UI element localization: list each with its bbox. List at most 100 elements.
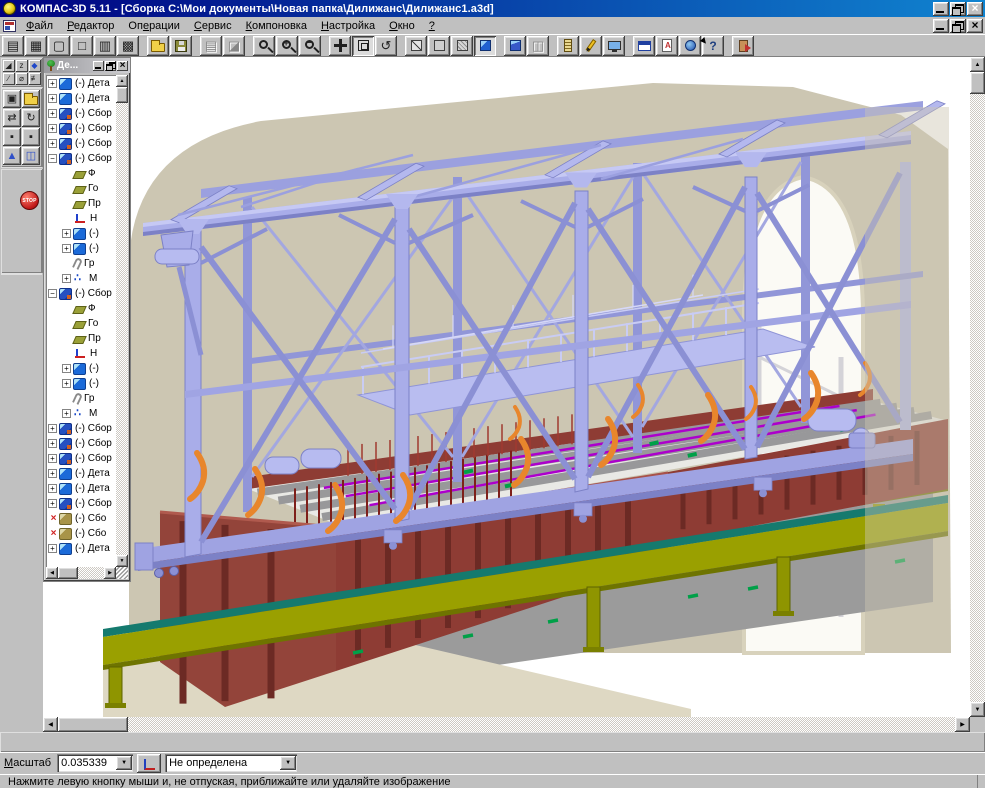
tree-item[interactable]: +(-) Сбор — [46, 451, 116, 466]
tree-item[interactable]: +(-) Дета — [46, 541, 116, 556]
doc-close-button[interactable] — [967, 19, 983, 33]
tree-resize-grip[interactable] — [116, 567, 128, 579]
collapse-icon[interactable]: − — [48, 154, 57, 163]
tree-item[interactable]: ×(-) Сбо — [46, 511, 116, 526]
zoom-window-button[interactable] — [352, 36, 374, 56]
perspective-button[interactable] — [504, 36, 526, 56]
tree-scroll-thumb[interactable] — [116, 87, 128, 103]
scale-value[interactable]: 0.035339 — [57, 757, 116, 769]
scroll-right-icon[interactable] — [955, 717, 970, 732]
page-sketch-tab[interactable]: z — [16, 60, 28, 72]
tree-horizontal-scrollbar[interactable] — [46, 567, 128, 579]
menu-Файл[interactable]: Файл — [19, 19, 60, 33]
expand-icon[interactable]: + — [48, 499, 57, 508]
horizontal-scroll-thumb[interactable] — [58, 717, 128, 732]
expand-icon[interactable]: + — [48, 94, 57, 103]
hidden-lines-thin-button[interactable] — [451, 36, 473, 56]
model-viewport[interactable]: Де... +(-) Дета+(-) Дета+(-) Сбор+(-) Сб… — [43, 57, 985, 732]
tree-item[interactable]: ×(-) Сбо — [46, 526, 116, 541]
tree-item[interactable]: +(-) Дета — [46, 91, 116, 106]
expand-icon[interactable]: + — [48, 139, 57, 148]
tree-item[interactable]: +(-) Сбор — [46, 136, 116, 151]
add-component-button[interactable] — [22, 90, 40, 108]
library-manager-button[interactable] — [679, 36, 701, 56]
mate-components-button[interactable]: ◫ — [22, 147, 40, 165]
menu-Компоновка[interactable]: Компоновка — [239, 19, 314, 33]
document-system-icon[interactable] — [3, 20, 16, 32]
close-button[interactable] — [967, 2, 983, 16]
restore-button[interactable] — [950, 2, 966, 16]
tree-item[interactable]: +(-) Сбор — [46, 436, 116, 451]
doc-restore-button[interactable] — [950, 19, 966, 33]
tree-item[interactable]: Ф — [46, 301, 116, 316]
scroll-down-icon[interactable] — [970, 702, 985, 717]
scroll-up-icon[interactable] — [970, 57, 985, 72]
expand-icon[interactable]: + — [62, 409, 71, 418]
properties-button[interactable] — [603, 36, 625, 56]
expand-icon[interactable]: + — [48, 79, 57, 88]
pan-button[interactable] — [329, 36, 351, 56]
tree-hscroll-thumb[interactable] — [58, 567, 78, 579]
tree-item[interactable]: Гр — [46, 391, 116, 406]
tree-item[interactable]: +М — [46, 406, 116, 421]
expand-icon[interactable]: + — [48, 439, 57, 448]
wireframe-button[interactable] — [405, 36, 427, 56]
tree-item[interactable]: +(-) Дета — [46, 481, 116, 496]
tree-item[interactable]: +(-) — [46, 241, 116, 256]
tree-item[interactable]: Го — [46, 181, 116, 196]
tree-minimize-button[interactable] — [93, 61, 104, 71]
orientation-combo[interactable]: Не определена — [165, 754, 297, 772]
check-document-button[interactable] — [656, 36, 678, 56]
collapse-icon[interactable]: − — [48, 289, 57, 298]
minimize-button[interactable] — [933, 2, 949, 16]
tree-item[interactable]: +(-) Сбор — [46, 496, 116, 511]
doc-minimize-button[interactable] — [933, 19, 949, 33]
tree-item[interactable]: Го — [46, 316, 116, 331]
menu-Настройка[interactable]: Настройка — [314, 19, 382, 33]
expand-icon[interactable]: + — [62, 274, 71, 283]
open-button[interactable] — [147, 36, 169, 56]
tree-scroll-up-icon[interactable] — [116, 75, 128, 87]
tree-item[interactable]: −(-) Сбор — [46, 286, 116, 301]
viewport-canvas[interactable] — [43, 57, 970, 717]
tree-item[interactable]: +(-) Сбор — [46, 121, 116, 136]
tree-item[interactable]: +М — [46, 271, 116, 286]
tree-item[interactable]: +(-) — [46, 226, 116, 241]
refresh-button[interactable]: ↺ — [375, 36, 397, 56]
tree-scroll-down-icon[interactable] — [116, 555, 128, 567]
rotate-component-button[interactable]: ↻ — [22, 109, 40, 127]
create-detail-button[interactable]: ▲ — [3, 147, 21, 165]
zoom-in-button[interactable] — [276, 36, 298, 56]
expand-icon[interactable]: + — [62, 379, 71, 388]
tree-item[interactable]: Н — [46, 346, 116, 361]
tree-item[interactable]: +(-) Дета — [46, 76, 116, 91]
tree-item[interactable]: Ф — [46, 166, 116, 181]
expand-icon[interactable]: + — [62, 229, 71, 238]
expand-icon[interactable]: + — [48, 109, 57, 118]
zoom-out-button[interactable] — [299, 36, 321, 56]
tree-item[interactable]: +(-) — [46, 376, 116, 391]
hidden-lines-button[interactable] — [428, 36, 450, 56]
variables-button[interactable] — [633, 36, 655, 56]
stop-button[interactable]: STOP — [20, 191, 39, 210]
measure-button[interactable] — [557, 36, 579, 56]
scale-combo-arrow-icon[interactable] — [116, 756, 132, 770]
expand-icon[interactable]: + — [48, 124, 57, 133]
sketch-button[interactable] — [580, 36, 602, 56]
expand-icon[interactable]: + — [48, 424, 57, 433]
tree-item[interactable]: +(-) Дета — [46, 466, 116, 481]
exit-button[interactable] — [732, 36, 754, 56]
tree-item[interactable]: Н — [46, 211, 116, 226]
menu-Редактор[interactable]: Редактор — [60, 19, 121, 33]
scale-combo[interactable]: 0.035339 — [57, 754, 133, 772]
menu-Окно[interactable]: Окно — [382, 19, 422, 33]
tree-scroll-right-icon[interactable] — [104, 567, 116, 579]
menu-Сервис[interactable]: Сервис — [187, 19, 239, 33]
tree-item[interactable]: +(-) Сбор — [46, 106, 116, 121]
vertical-scroll-thumb[interactable] — [970, 72, 985, 94]
tree-scroll-left-icon[interactable] — [46, 567, 58, 579]
shaded-button[interactable] — [474, 36, 496, 56]
expand-icon[interactable]: + — [48, 544, 57, 553]
context-help-button[interactable] — [702, 36, 724, 56]
new-assembly-button[interactable]: ▩ — [117, 36, 139, 56]
